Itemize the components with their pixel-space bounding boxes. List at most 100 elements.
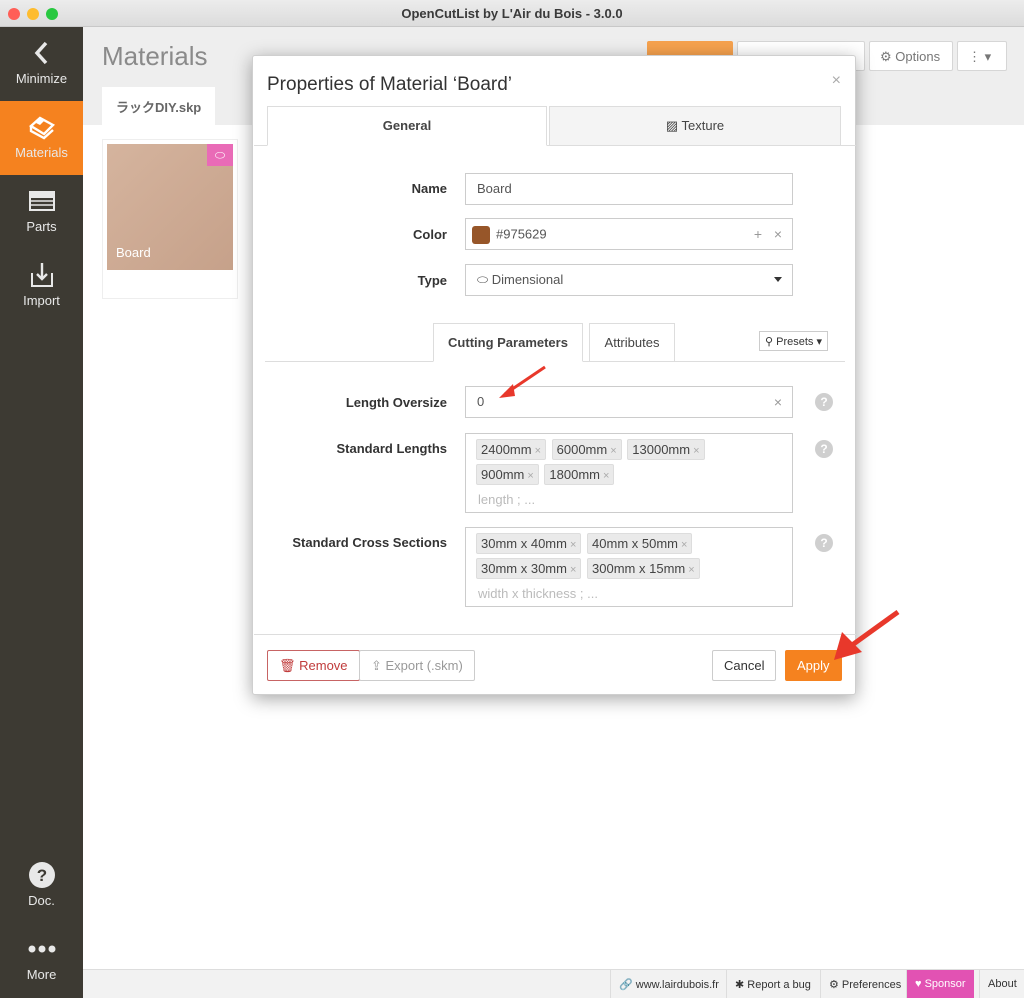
tag-label: 900mm <box>481 467 525 482</box>
remove-tag-icon[interactable]: × <box>693 445 699 457</box>
materials-icon <box>28 116 55 140</box>
length-oversize-value: 0 <box>477 394 485 409</box>
website-link[interactable]: 🔗 www.lairdubois.fr <box>610 970 727 998</box>
sidebar-item-materials[interactable]: Materials <box>0 101 83 175</box>
export-icon: ⇪ <box>371 658 386 673</box>
report-bug-button[interactable]: ✱ Report a bug <box>726 970 819 998</box>
link-icon: 🔗 <box>619 979 636 991</box>
about-button[interactable]: About <box>979 970 1024 998</box>
remove-tag-icon[interactable]: × <box>688 564 694 576</box>
annotation-arrow-icon <box>834 609 900 660</box>
tab-cutting-parameters[interactable]: Cutting Parameters <box>433 323 583 362</box>
report-bug-label: Report a bug <box>747 979 811 991</box>
tab-texture-label: Texture <box>681 118 725 133</box>
status-bar: 🔗 www.lairdubois.fr ✱ Report a bug ⚙ Pre… <box>83 969 1024 998</box>
type-value: Dimensional <box>491 272 564 287</box>
tag-label: 30mm x 40mm <box>481 536 567 551</box>
tab-attributes[interactable]: Attributes <box>589 323 675 362</box>
name-field[interactable]: Board <box>465 173 793 205</box>
material-properties-dialog: Properties of Material ‘Board’ × General… <box>252 55 856 695</box>
type-select[interactable]: ⬭ Dimensional <box>465 264 793 296</box>
parts-icon <box>28 191 55 211</box>
texture-icon: ▨ <box>665 118 682 133</box>
color-value: #975629 <box>496 226 547 242</box>
bug-icon: ✱ <box>735 979 748 991</box>
standard-cross-sections-label: Standard Cross Sections <box>292 535 447 550</box>
color-label: Color <box>413 227 447 242</box>
tag-label: 2400mm <box>481 442 532 457</box>
dialog-footer-divider <box>254 634 856 635</box>
gear-icon: ⚙ <box>829 979 842 991</box>
sidebar-item-minimize[interactable]: Minimize <box>0 27 83 101</box>
standard-lengths-label: Standard Lengths <box>336 441 447 456</box>
cross-section-tag[interactable]: 300mm x 15mm × <box>587 558 700 579</box>
title-bar: OpenCutList by L'Air du Bois - 3.0.0 <box>0 0 1024 27</box>
sponsor-button[interactable]: ♥ Sponsor <box>906 970 974 998</box>
sidebar-item-parts[interactable]: Parts <box>0 175 83 249</box>
standard-cross-sections-placeholder: width x thickness ; ... <box>478 586 598 601</box>
sidebar-item-label: Import <box>23 293 60 308</box>
standard-lengths-placeholder: length ; ... <box>478 492 536 507</box>
dialog-title: Properties of Material ‘Board’ <box>267 74 512 95</box>
name-label: Name <box>411 181 447 196</box>
remove-tag-icon[interactable]: × <box>570 564 576 576</box>
sidebar-item-doc[interactable]: ? Doc. <box>0 849 83 923</box>
help-icon: ? <box>28 862 55 888</box>
color-swatch[interactable] <box>472 226 490 244</box>
remove-tag-icon[interactable]: × <box>681 539 687 551</box>
help-icon[interactable]: ? <box>815 534 833 552</box>
help-icon[interactable]: ? <box>815 440 833 458</box>
remove-tag-icon[interactable]: × <box>535 445 541 457</box>
remove-button[interactable]: 🗑 Remove <box>267 650 360 681</box>
tab-texture[interactable]: ▨ Texture <box>549 106 841 146</box>
export-button[interactable]: ⇪ Export (.skm) <box>359 650 475 681</box>
annotation-arrow-icon <box>499 365 546 398</box>
sidebar-item-label: Minimize <box>15 71 68 86</box>
heart-icon: ♥ <box>915 978 925 990</box>
chevron-down-icon <box>774 277 782 282</box>
sidebar-item-more[interactable]: More <box>0 923 83 997</box>
cross-section-tag[interactable]: 30mm x 30mm × <box>476 558 582 579</box>
length-tag[interactable]: 1800mm × <box>544 464 615 485</box>
sidebar-item-label: More <box>26 967 57 982</box>
help-icon[interactable]: ? <box>815 393 833 411</box>
preferences-button[interactable]: ⚙ Preferences <box>820 970 909 998</box>
trash-icon: 🗑 <box>279 658 300 673</box>
remove-tag-icon[interactable]: × <box>570 539 576 551</box>
sidebar-item-label: Materials <box>15 145 68 160</box>
import-icon <box>30 263 53 287</box>
length-tag[interactable]: 900mm × <box>476 464 539 485</box>
length-oversize-label: Length Oversize <box>345 395 447 410</box>
remove-label: Remove <box>299 658 348 673</box>
clear-icon[interactable]: × <box>774 394 782 410</box>
sidebar-item-import[interactable]: Import <box>0 249 83 323</box>
cross-section-tag[interactable]: 30mm x 40mm × <box>476 533 582 554</box>
presets-dropdown[interactable]: ⚲ Presets ▾ <box>759 331 828 351</box>
color-field[interactable]: #975629 + × <box>465 218 793 250</box>
tab-general[interactable]: General <box>267 106 547 146</box>
length-tag[interactable]: 2400mm × <box>476 439 547 460</box>
presets-label: Presets <box>776 336 814 348</box>
type-label: Type <box>417 273 447 288</box>
more-icon <box>28 945 55 953</box>
window-title: OpenCutList by L'Air du Bois - 3.0.0 <box>401 6 623 21</box>
svg-text:?: ? <box>36 866 46 885</box>
website-label: www.lairdubois.fr <box>635 979 719 991</box>
cancel-button[interactable]: Cancel <box>712 650 777 681</box>
remove-tag-icon[interactable]: × <box>527 470 533 482</box>
length-tag[interactable]: 6000mm × <box>551 439 622 460</box>
sidebar: Minimize Materials Parts Import ? Doc. M… <box>0 27 83 998</box>
standard-lengths-input[interactable]: 2400mm × 6000mm × 13000mm × 900mm × 1800mm × … <box>465 433 793 513</box>
sidebar-item-label: Parts <box>26 219 57 234</box>
eyedropper-icon[interactable]: + <box>754 226 762 242</box>
tag-label: 6000mm <box>556 442 608 457</box>
length-tag[interactable]: 13000mm × <box>627 439 705 460</box>
tag-label: 13000mm <box>632 442 691 457</box>
cross-section-tag[interactable]: 40mm x 50mm × <box>587 533 693 554</box>
remove-tag-icon[interactable]: × <box>603 470 609 482</box>
sponsor-label: Sponsor <box>924 978 966 990</box>
remove-tag-icon[interactable]: × <box>610 445 616 457</box>
clear-icon[interactable]: × <box>774 226 782 242</box>
standard-cross-sections-input[interactable]: 30mm x 40mm × 40mm x 50mm × 30mm x 30mm × 3… <box>465 527 793 607</box>
close-icon[interactable]: × <box>832 72 841 90</box>
